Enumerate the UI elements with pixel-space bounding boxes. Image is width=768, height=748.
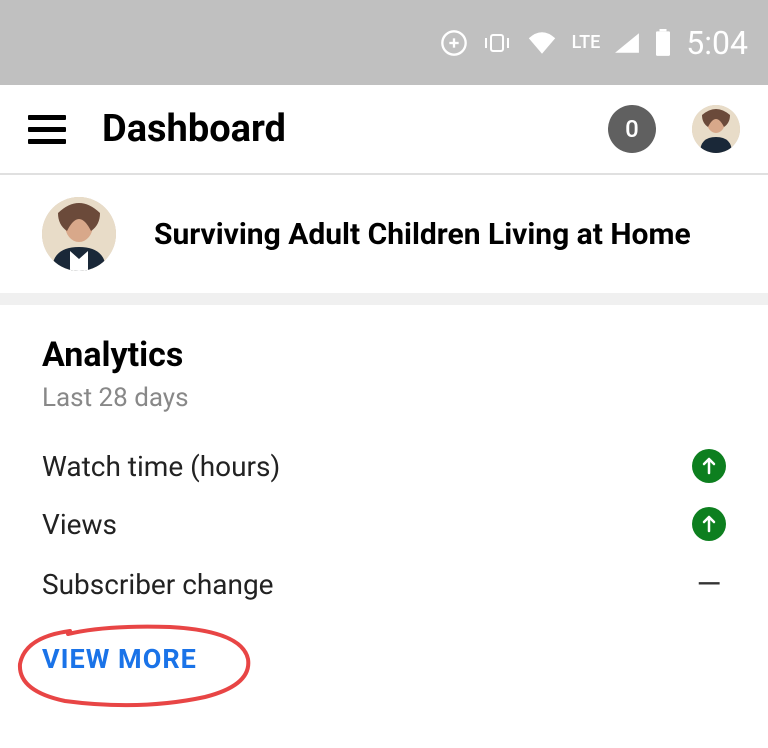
wifi-icon bbox=[526, 31, 558, 55]
analytics-title: Analytics bbox=[42, 335, 726, 375]
page-title: Dashboard bbox=[102, 107, 572, 151]
status-time: 5:04 bbox=[686, 24, 748, 62]
analytics-section: Analytics Last 28 days Watch time (hours… bbox=[0, 305, 768, 615]
trend-up-icon bbox=[692, 449, 726, 483]
vibrate-icon bbox=[482, 33, 512, 53]
hamburger-menu-icon[interactable] bbox=[28, 115, 66, 144]
app-header: Dashboard 0 bbox=[0, 85, 768, 175]
metric-label: Views bbox=[42, 508, 676, 541]
network-label: LTE bbox=[572, 32, 601, 53]
avatar[interactable] bbox=[692, 105, 740, 153]
analytics-subtitle: Last 28 days bbox=[42, 383, 726, 413]
view-more-container: VIEW MORE bbox=[0, 615, 768, 705]
metric-row-views[interactable]: Views bbox=[42, 495, 726, 553]
status-bar: LTE 5:04 bbox=[0, 0, 768, 85]
cellular-icon bbox=[614, 32, 640, 54]
notification-badge[interactable]: 0 bbox=[608, 105, 656, 153]
metric-row-watch-time[interactable]: Watch time (hours) bbox=[42, 437, 726, 495]
metric-label: Watch time (hours) bbox=[42, 450, 676, 483]
trend-none-icon: — bbox=[692, 565, 726, 603]
channel-avatar bbox=[42, 197, 116, 271]
video-row[interactable]: Surviving Adult Children Living at Home bbox=[0, 175, 768, 305]
metric-label: Subscriber change bbox=[42, 568, 676, 601]
view-more-link[interactable]: VIEW MORE bbox=[42, 643, 197, 675]
plus-circle-icon bbox=[440, 29, 468, 57]
battery-icon bbox=[654, 29, 672, 57]
metric-row-subscriber-change[interactable]: Subscriber change — bbox=[42, 553, 726, 615]
video-title: Surviving Adult Children Living at Home bbox=[154, 217, 691, 252]
trend-up-icon bbox=[692, 507, 726, 541]
